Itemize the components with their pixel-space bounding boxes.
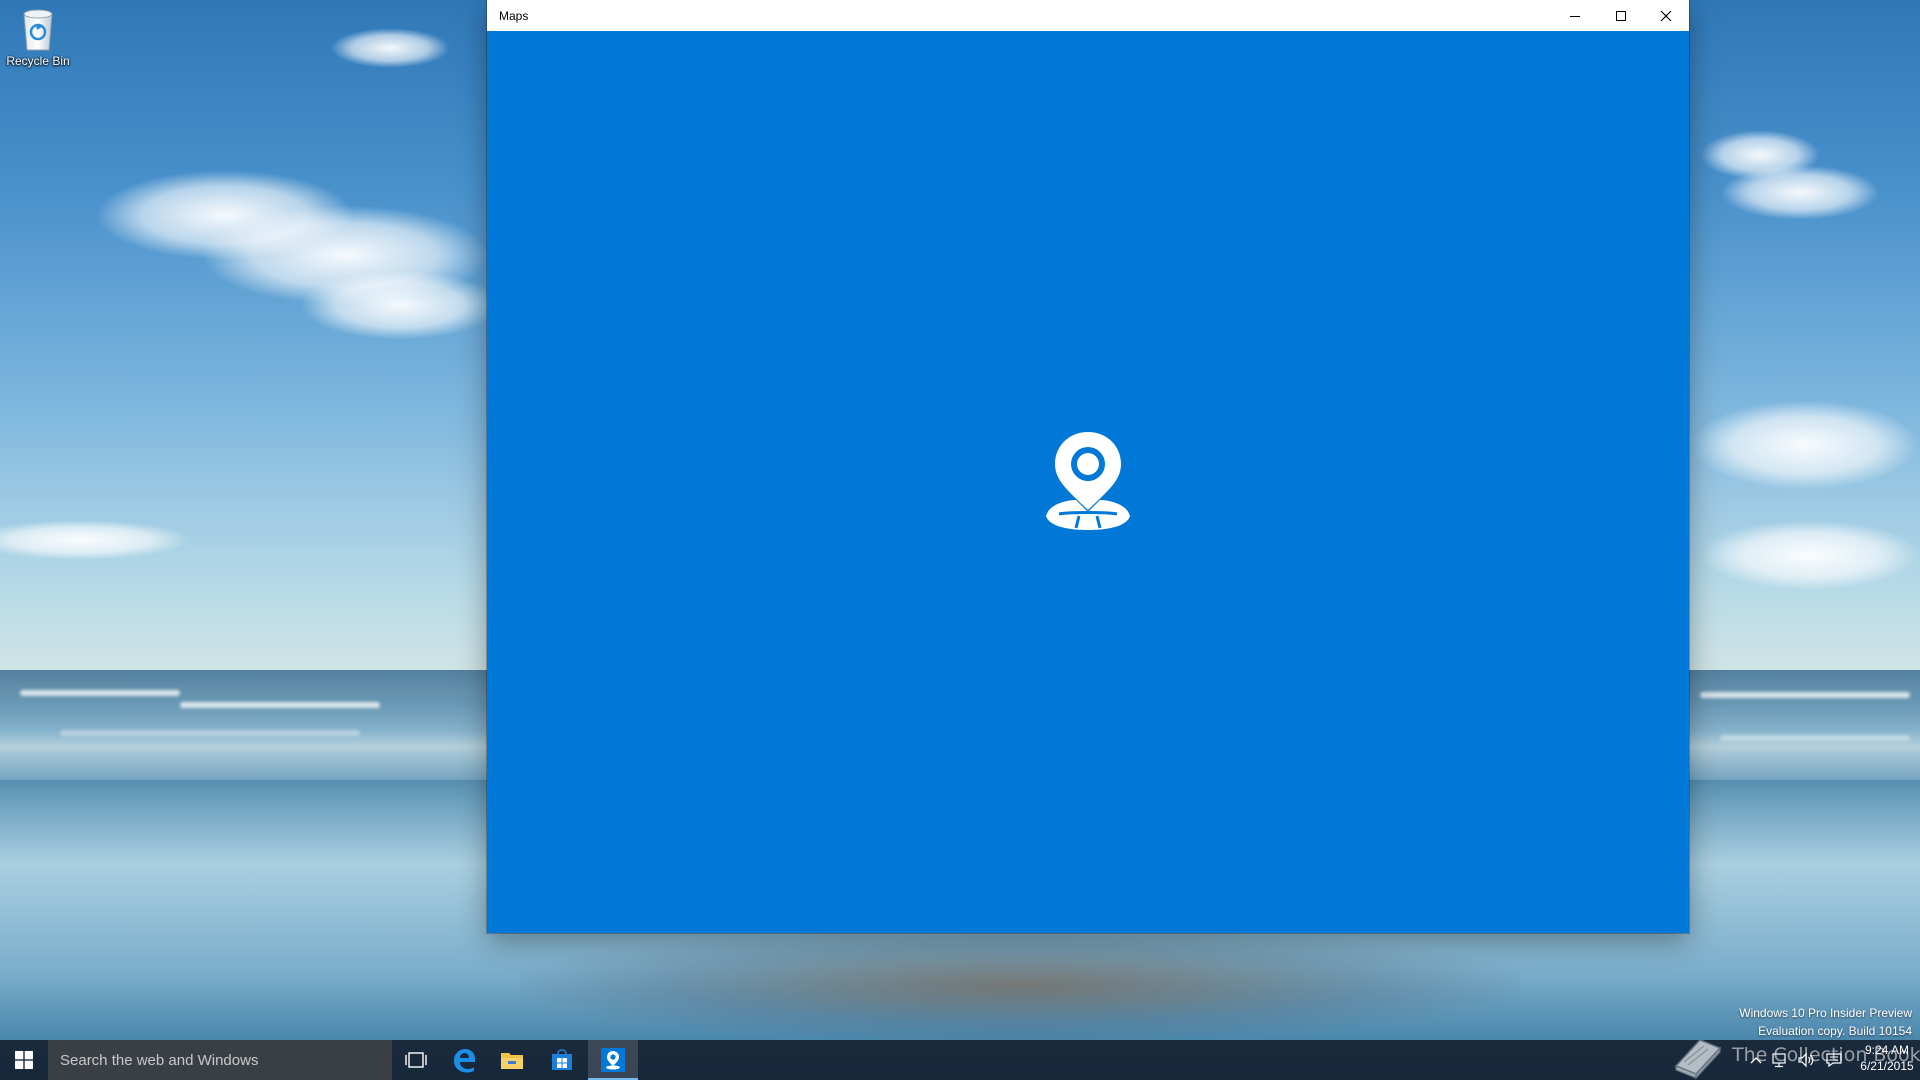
wave-foam	[1720, 735, 1910, 741]
taskbar-file-explorer-button[interactable]	[488, 1040, 536, 1080]
task-view-icon	[405, 1052, 427, 1068]
desktop-icon-recycle-bin[interactable]: Recycle Bin	[4, 6, 72, 78]
desktop-icon-label: Recycle Bin	[6, 54, 70, 68]
windows-logo-icon	[15, 1051, 33, 1069]
maps-icon	[601, 1048, 625, 1072]
recycle-bin-icon	[23, 9, 53, 51]
cloud	[1690, 400, 1920, 490]
minimize-icon	[1570, 15, 1580, 17]
taskbar-store-button[interactable]	[538, 1040, 586, 1080]
taskbar: Search the web and Windows 9:24 AM 6/21/…	[0, 1040, 1920, 1080]
cloud	[330, 28, 450, 68]
folder-icon	[501, 1053, 523, 1069]
minimize-button[interactable]	[1552, 0, 1598, 31]
start-button[interactable]	[0, 1040, 48, 1080]
taskbar-maps-button[interactable]	[588, 1040, 638, 1080]
maximize-icon	[1616, 10, 1626, 21]
wave-foam	[60, 730, 360, 736]
taskbar-edge-button[interactable]	[440, 1040, 488, 1080]
cloud	[1700, 520, 1920, 590]
window-title: Maps	[499, 9, 529, 23]
taskbar-task-view-button[interactable]	[392, 1040, 440, 1080]
search-box[interactable]: Search the web and Windows	[48, 1040, 392, 1080]
close-icon	[1660, 10, 1672, 21]
brand-text: The Collection Book	[1732, 1044, 1920, 1066]
wave-foam	[20, 690, 180, 696]
close-button[interactable]	[1643, 0, 1689, 31]
watermark-line-1: Windows 10 Pro Insider Preview	[1739, 1006, 1912, 1020]
cloud	[1720, 165, 1880, 220]
maximize-button[interactable]	[1598, 0, 1644, 31]
cloud	[0, 520, 190, 560]
wave-foam	[1700, 692, 1910, 698]
cloud	[300, 270, 500, 340]
store-icon	[552, 1049, 572, 1070]
book-logo-icon	[1674, 1039, 1722, 1080]
maps-window[interactable]: Maps	[487, 0, 1689, 933]
search-placeholder: Search the web and Windows	[60, 1052, 259, 1069]
brand-watermark: The Collection Book	[1668, 1030, 1920, 1080]
beach-reflection	[520, 930, 1520, 1040]
title-bar[interactable]: Maps	[487, 0, 1689, 31]
maps-location-pin-icon	[1046, 432, 1130, 530]
edge-icon	[454, 1049, 475, 1073]
wave-foam	[180, 702, 380, 708]
